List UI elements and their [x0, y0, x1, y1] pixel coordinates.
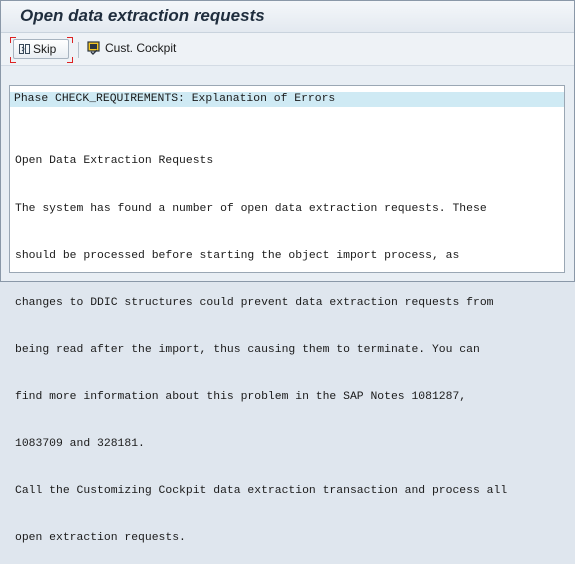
text-line: The system has found a number of open da… — [15, 202, 487, 215]
toolbar-separator — [78, 42, 79, 58]
text-line: Call the Customizing Cockpit data extrac… — [15, 485, 508, 498]
text-line: being read after the import, thus causin… — [15, 343, 480, 356]
phase-header-row: Phase CHECK_REQUIREMENTS: Explanation of… — [10, 92, 564, 107]
window-title: Open data extraction requests — [20, 6, 265, 25]
skip-button-label: Skip — [33, 42, 57, 56]
cockpit-icon — [87, 41, 101, 58]
cust-cockpit-button[interactable]: Cust. Cockpit — [87, 39, 187, 59]
dialog-window: Open data extraction requests Skip Cust.… — [0, 0, 575, 544]
text-line: should be processed before starting the … — [15, 249, 460, 262]
text-line: 1083709 and 328181. — [15, 437, 145, 450]
cust-cockpit-button-label: Cust. Cockpit — [105, 41, 177, 55]
skip-button[interactable]: Skip — [13, 39, 69, 59]
text-line: find more information about this problem… — [15, 390, 467, 403]
toolbar: Skip Cust. Cockpit — [1, 33, 574, 66]
skip-icon — [19, 43, 31, 58]
error-explanation-panel: Phase CHECK_REQUIREMENTS: Explanation of… — [9, 85, 565, 544]
title-bar: Open data extraction requests — [1, 1, 574, 33]
explanation-text: Open Data Extraction Requests The system… — [15, 123, 507, 564]
section-heading: Open Data Extraction Requests — [15, 155, 214, 168]
text-line: changes to DDIC structures could prevent… — [15, 296, 494, 309]
text-line: open extraction requests. — [15, 532, 186, 545]
phase-line: Phase CHECK_REQUIREMENTS: Explanation of… — [14, 93, 336, 105]
